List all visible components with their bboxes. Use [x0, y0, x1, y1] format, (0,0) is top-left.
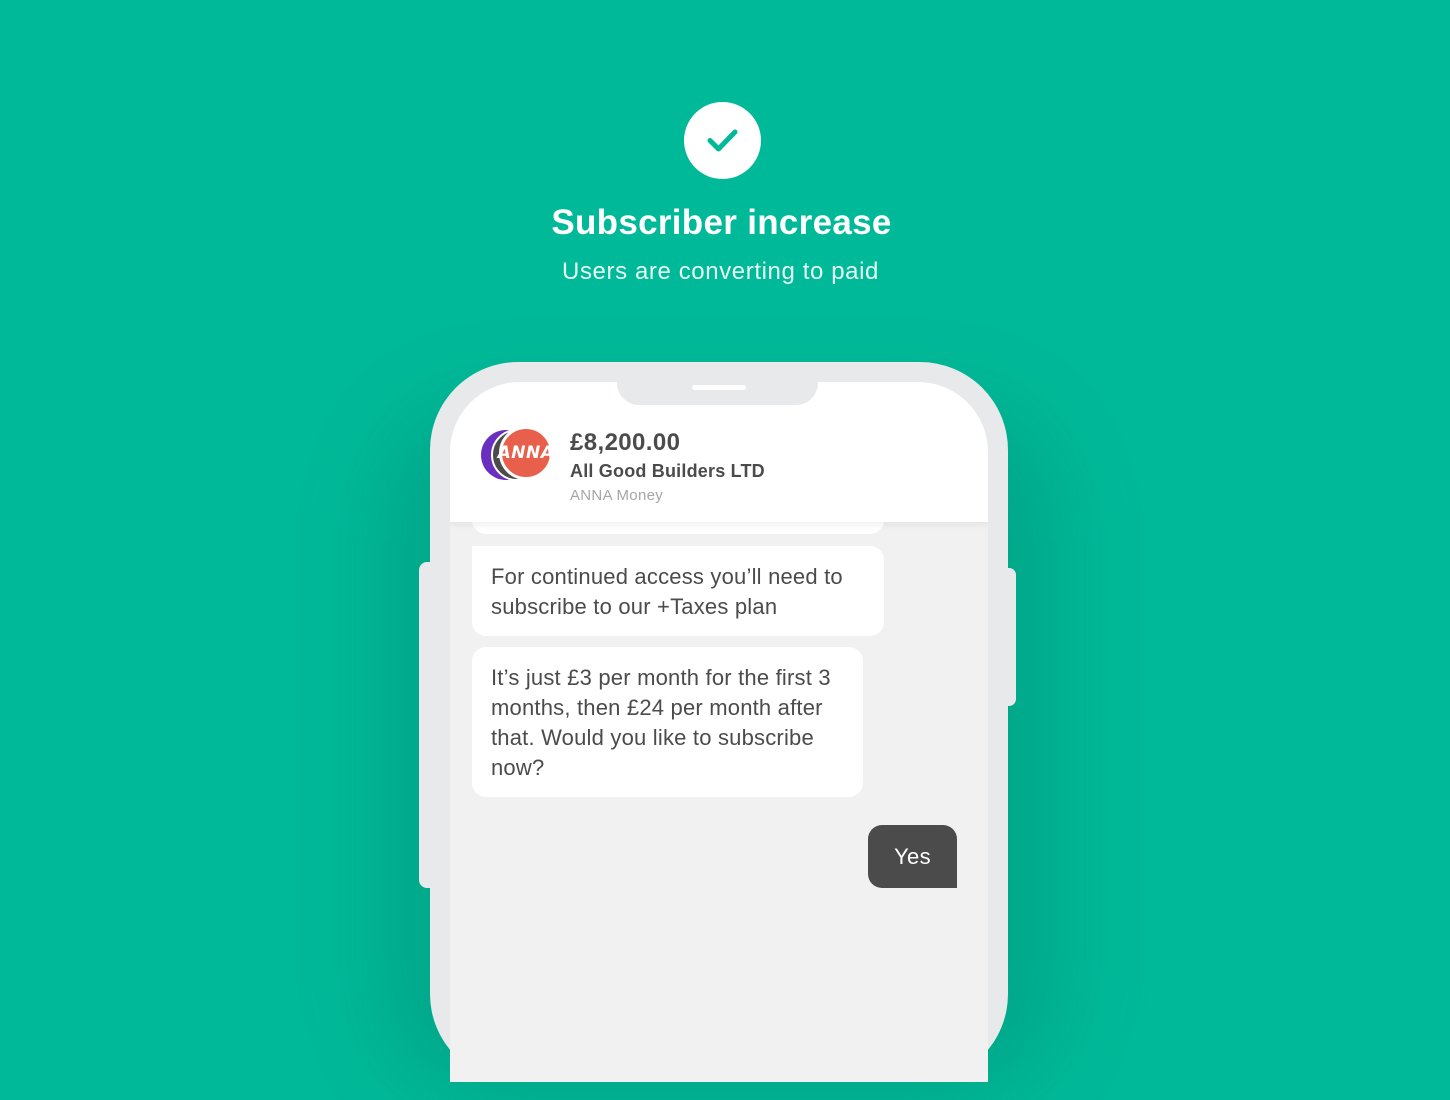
anna-avatar-label: ANNA	[497, 443, 555, 463]
check-icon	[707, 129, 738, 152]
bot-message: It’s just £3 per month for the first 3 m…	[472, 647, 863, 797]
company-name: All Good Builders LTD	[570, 461, 765, 481]
bank-name: ANNA Money	[570, 487, 664, 504]
phone-speaker	[692, 385, 746, 390]
hero-title: Subscriber increase	[551, 203, 892, 242]
anna-avatar: ANNA	[497, 426, 555, 480]
account-balance: £8,200.00	[570, 429, 681, 456]
hero-subtitle: Users are converting to paid	[562, 258, 879, 285]
check-badge	[684, 102, 761, 179]
user-reply-yes[interactable]: Yes	[868, 825, 957, 888]
bot-message: For continued access you’ll need to subs…	[472, 546, 884, 636]
phone-screen: ANNA £8,200.00 All Good Builders LTD ANN…	[450, 382, 988, 1082]
